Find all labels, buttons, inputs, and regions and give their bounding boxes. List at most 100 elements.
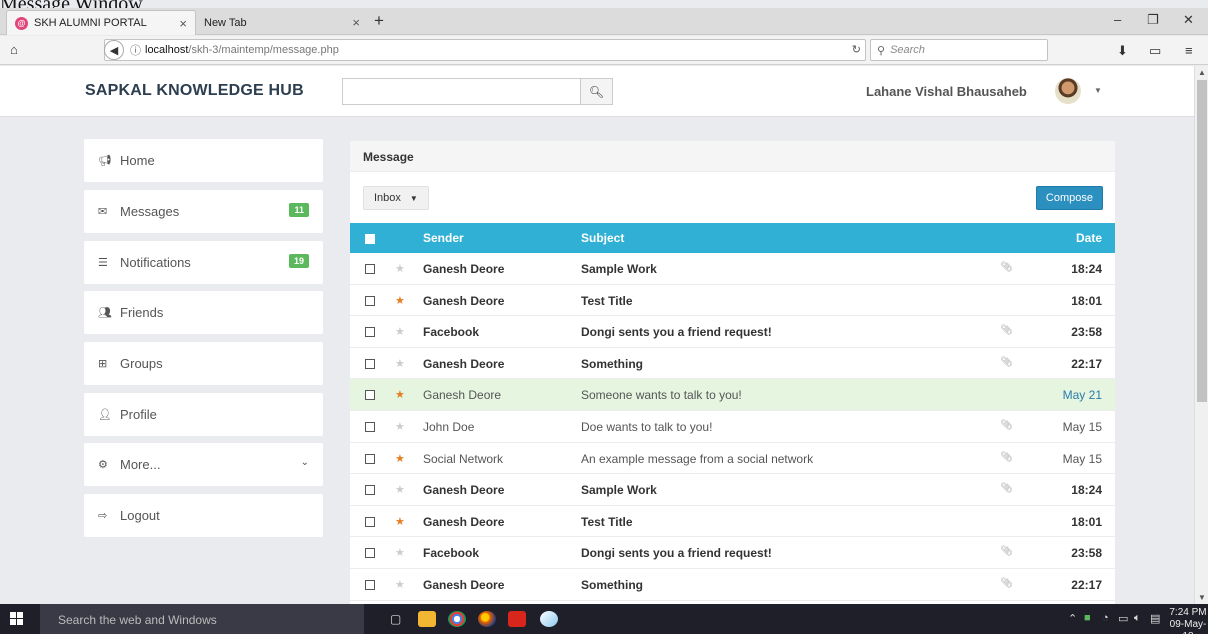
tray-app-icon[interactable]: ■: [1084, 612, 1091, 624]
sidebar-toggle-icon[interactable]: ▭: [1149, 43, 1161, 59]
star-icon[interactable]: ★: [395, 546, 405, 559]
firefox-icon[interactable]: [478, 611, 496, 627]
info-icon[interactable]: ⓘ: [130, 42, 141, 58]
site-search-input[interactable]: [342, 78, 581, 105]
scroll-down-icon[interactable]: ▼: [1198, 593, 1206, 602]
message-sender: Ganesh Deore: [423, 262, 505, 276]
scroll-thumb[interactable]: [1197, 80, 1207, 402]
windows-start-icon[interactable]: [10, 612, 24, 626]
table-row[interactable]: ★ Facebook Dongi sents you a friend reques…: [350, 316, 1115, 348]
caret-down-icon[interactable]: ▼: [1094, 86, 1102, 95]
inbox-dropdown[interactable]: Inbox ▼: [363, 186, 429, 210]
restore-icon[interactable]: ❐: [1147, 12, 1159, 28]
scroll-up-icon[interactable]: ▲: [1198, 68, 1206, 77]
sidebar-item-notifications[interactable]: ☰ Notifications 19: [84, 241, 323, 284]
menu-icon[interactable]: ≡: [1185, 43, 1193, 58]
star-icon[interactable]: ★: [395, 483, 405, 496]
row-checkbox[interactable]: [365, 263, 375, 277]
tray-chevron-up-icon[interactable]: ⌃: [1068, 612, 1077, 625]
row-checkbox[interactable]: [365, 326, 375, 340]
sidebar-item-logout[interactable]: ⇨ Logout: [84, 494, 323, 537]
row-checkbox[interactable]: [365, 389, 375, 403]
table-row[interactable]: ★ Ganesh Deore Test Title 18:01: [350, 506, 1115, 538]
address-bar[interactable]: ◀ ⓘ localhost/skh-3/maintemp/message.php…: [104, 39, 866, 61]
sidebar-item-label: Notifications: [120, 255, 191, 270]
browser-search-box[interactable]: ⚲ Search: [870, 39, 1048, 61]
message-date: 22:17: [1071, 356, 1102, 371]
select-all-checkbox[interactable]: [365, 233, 375, 247]
paperclip-icon: 📎︎: [1000, 451, 1013, 463]
star-icon[interactable]: ★: [395, 325, 405, 338]
star-icon[interactable]: ★: [395, 294, 405, 307]
table-row[interactable]: ★ Ganesh Deore Test Title 18:01: [350, 285, 1115, 317]
message-sender: Ganesh Deore: [423, 293, 505, 308]
table-row[interactable]: ★ Ganesh Deore Something 📎︎ 22:17: [350, 348, 1115, 380]
message-subject: Dongi sents you a friend request!: [581, 325, 772, 340]
row-checkbox[interactable]: [365, 421, 375, 435]
close-window-icon[interactable]: ✕: [1183, 12, 1194, 28]
table-row[interactable]: ★ Ganesh Deore Sample Work 📎︎ 18:24: [350, 253, 1115, 285]
taskbar-search[interactable]: Search the web and Windows: [40, 604, 364, 634]
table-row[interactable]: ★ Facebook Dongi sents you a friend reques…: [350, 537, 1115, 569]
close-tab-icon[interactable]: ×: [179, 16, 187, 31]
minimize-icon[interactable]: –: [1114, 12, 1121, 27]
acrobat-icon[interactable]: [508, 611, 526, 627]
download-icon[interactable]: ⬇: [1117, 43, 1128, 59]
table-row[interactable]: ★ Social Network An example message from a…: [350, 443, 1115, 475]
star-icon[interactable]: ★: [395, 357, 405, 370]
new-tab-icon[interactable]: +: [374, 11, 384, 31]
sidebar-item-friends[interactable]: 👥︎ Friends: [84, 291, 323, 334]
page-scrollbar[interactable]: ▲ ▼: [1194, 66, 1208, 604]
sidebar-item-home[interactable]: 📢︎ Home: [84, 139, 323, 182]
site-brand[interactable]: SAPKAL KNOWLEDGE HUB: [85, 82, 304, 100]
sidebar-item-more[interactable]: ⚙ More... ⌄: [84, 443, 323, 486]
browser-tab-new[interactable]: New Tab ×: [196, 10, 368, 35]
search-icon: ⚲: [877, 44, 886, 57]
battery-icon[interactable]: ▭: [1118, 612, 1128, 625]
star-icon[interactable]: ★: [395, 515, 405, 528]
column-header-date[interactable]: Date: [1076, 231, 1102, 245]
action-center-icon[interactable]: ▤: [1150, 612, 1160, 625]
star-icon[interactable]: ★: [395, 420, 405, 433]
close-tab-icon[interactable]: ×: [352, 15, 360, 30]
row-checkbox[interactable]: [365, 547, 375, 561]
star-icon[interactable]: ★: [395, 388, 405, 401]
file-explorer-icon[interactable]: [418, 611, 436, 627]
sidebar-item-messages[interactable]: ✉ Messages 11: [84, 190, 323, 233]
table-row[interactable]: ★ Ganesh Deore Something 📎︎ 22:17: [350, 569, 1115, 601]
paint-icon[interactable]: [540, 611, 558, 627]
windows-taskbar: Search the web and Windows ▢ ⌃ ■ ◔ ▭ 🔈︎ …: [0, 604, 1208, 634]
avatar[interactable]: [1055, 78, 1081, 104]
message-sender: Ganesh Deore: [423, 514, 505, 529]
sidebar-item-profile[interactable]: 👤︎ Profile: [84, 393, 323, 436]
volume-icon[interactable]: 🔈︎: [1134, 612, 1141, 625]
star-icon[interactable]: ★: [395, 262, 405, 275]
table-row[interactable]: ★ Ganesh Deore Someone wants to talk to yo…: [350, 379, 1115, 411]
message-sender: John Doe: [423, 419, 475, 434]
star-icon[interactable]: ★: [395, 452, 405, 465]
table-row[interactable]: ★ John Doe Doe wants to talk to you! 📎︎ May …: [350, 411, 1115, 443]
home-icon[interactable]: ⌂: [10, 42, 18, 57]
message-subject: Test Title: [581, 514, 633, 529]
task-view-icon[interactable]: ▢: [390, 612, 401, 626]
site-search-button[interactable]: 🔍︎: [581, 78, 613, 105]
row-checkbox[interactable]: [365, 295, 375, 309]
row-checkbox[interactable]: [365, 453, 375, 467]
column-header-subject[interactable]: Subject: [581, 231, 624, 245]
column-header-sender[interactable]: Sender: [423, 231, 464, 245]
row-checkbox[interactable]: [365, 579, 375, 593]
star-icon[interactable]: ★: [395, 578, 405, 591]
compose-button[interactable]: Compose: [1035, 186, 1103, 210]
table-row[interactable]: ★ Ganesh Deore Sample Work 📎︎ 18:24: [350, 474, 1115, 506]
user-name[interactable]: Lahane Vishal Bhausaheb: [866, 84, 1027, 99]
sidebar-item-groups[interactable]: ⊞ Groups: [84, 342, 323, 385]
row-checkbox[interactable]: [365, 358, 375, 372]
chrome-icon[interactable]: [448, 611, 466, 627]
browser-tab-active[interactable]: @ SKH ALUMNI PORTAL ×: [6, 10, 196, 35]
taskbar-clock[interactable]: 7:24 PM 09-May-18: [1168, 607, 1208, 634]
network-icon[interactable]: ◔: [1102, 612, 1109, 624]
row-checkbox[interactable]: [365, 484, 375, 498]
back-arrow-icon[interactable]: ◀: [104, 40, 124, 60]
row-checkbox[interactable]: [365, 516, 375, 530]
reload-icon[interactable]: ↻: [852, 43, 861, 56]
